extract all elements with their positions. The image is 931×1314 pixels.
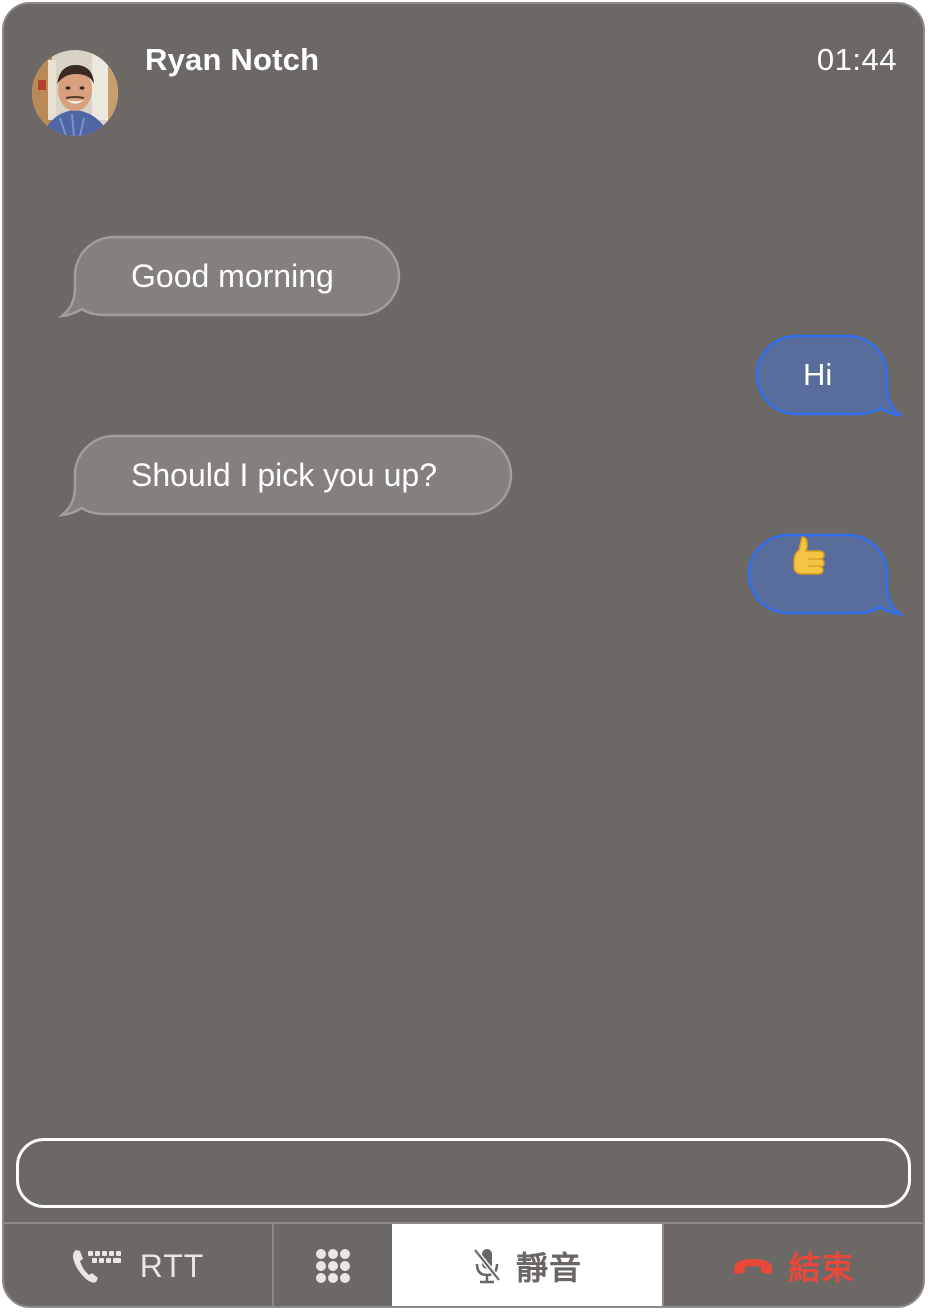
rtt-phone-keyboard-icon xyxy=(72,1247,126,1285)
message-bubble-incoming: Should I pick you up? xyxy=(57,434,516,517)
rtt-button[interactable]: RTT xyxy=(4,1224,274,1306)
contact-name: Ryan Notch xyxy=(145,42,320,77)
message-bubble-outgoing xyxy=(746,533,906,616)
contact-photo-icon xyxy=(32,50,118,136)
rtt-message-input[interactable] xyxy=(16,1138,911,1208)
message-bubble-outgoing: Hi xyxy=(755,334,906,417)
rtt-button-label: RTT xyxy=(139,1247,205,1284)
keypad-button[interactable] xyxy=(274,1224,392,1306)
message-text: Hi xyxy=(803,357,833,392)
end-call-button-label: 結束 xyxy=(788,1250,855,1286)
call-timer: 01:44 xyxy=(816,42,897,77)
keypad-icon xyxy=(315,1248,351,1284)
mic-slash-icon xyxy=(472,1247,502,1285)
message-text xyxy=(786,533,840,615)
call-toolbar: RTT 靜音 結束 xyxy=(4,1222,923,1306)
end-call-button[interactable]: 結束 xyxy=(662,1224,923,1306)
thumbs-up-icon xyxy=(793,536,825,575)
message-bubble-incoming: Good morning xyxy=(57,235,404,318)
contact-avatar xyxy=(32,50,118,136)
mute-button[interactable]: 靜音 xyxy=(392,1224,662,1306)
message-text: Should I pick you up? xyxy=(131,457,437,493)
mute-button-label: 靜音 xyxy=(515,1250,582,1286)
rtt-call-window: Ryan Notch 01:44 Good morning Hi Should … xyxy=(2,2,925,1308)
phone-down-icon xyxy=(732,1255,774,1277)
message-text: Good morning xyxy=(131,258,334,294)
